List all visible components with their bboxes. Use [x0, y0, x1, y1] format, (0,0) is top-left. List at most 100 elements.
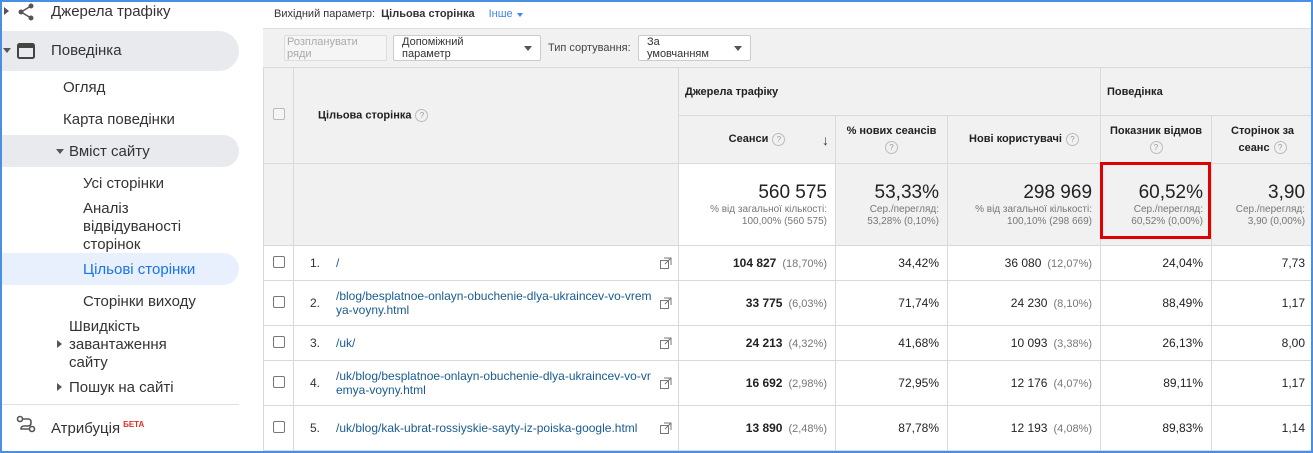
- col-header-sessions[interactable]: Сеанси? ↓: [678, 115, 836, 164]
- chevron-down-icon: [516, 13, 523, 17]
- col-header-bounce-rate[interactable]: Показник відмов?: [1100, 115, 1213, 164]
- plot-rows-button[interactable]: Розпланувати ряди: [284, 35, 387, 61]
- divider: [0, 404, 239, 405]
- help-icon[interactable]: ?: [772, 132, 786, 146]
- behavior-icon: [17, 43, 35, 59]
- sidebar-item-exit-pages[interactable]: Сторінки виходу: [83, 293, 196, 311]
- cell-bounce-rate: 26,13%: [1100, 325, 1213, 361]
- landing-page-cell: 5. /uk/blog/kak-ubrat-rossiyskie-sayty-iz…: [293, 405, 679, 451]
- traffic-sources-icon: [18, 3, 34, 21]
- group-header-behavior: Поведінка: [1100, 67, 1313, 116]
- beta-badge: БЕТА: [123, 420, 145, 429]
- row-number: 2.: [310, 296, 321, 310]
- help-icon[interactable]: ?: [1065, 132, 1079, 146]
- cell-new-users: 12 193 (4,08%): [946, 405, 1102, 451]
- cell-new-sessions: 34,42%: [835, 245, 948, 281]
- open-external-icon[interactable]: [660, 377, 672, 389]
- landing-page-link[interactable]: /uk/blog/kak-ubrat-rossiyskie-sayty-iz-p…: [336, 421, 637, 435]
- sidebar-item-drilldown[interactable]: Аналіз відвідуваності сторінок: [83, 200, 181, 254]
- landing-page-cell: 2. /blog/besplatnoe-onlayn-obuchenie-dlya…: [293, 280, 679, 326]
- table-row: 3. /uk/24 213 (4,32%) 41,68% 10 093 (3,38%) 26…: [263, 325, 1313, 361]
- sidebar-item-attribution[interactable]: Атрибуція БЕТА: [51, 416, 144, 438]
- landing-page-cell: 1. /: [293, 245, 679, 281]
- sidebar-item-all-pages[interactable]: Усі сторінки: [83, 175, 164, 193]
- cell-bounce-rate: 89,83%: [1100, 405, 1213, 451]
- cell-new-sessions: 41,68%: [835, 325, 948, 361]
- sidebar-item-site-search[interactable]: Пошук на сайті: [69, 379, 174, 397]
- select-all-checkbox[interactable]: [272, 108, 285, 120]
- cell-pages-per-session: 8,00: [1211, 325, 1313, 361]
- cell-new-users: 36 080 (12,07%): [946, 245, 1102, 281]
- table-row: 2. /blog/besplatnoe-onlayn-obuchenie-dlya…: [263, 280, 1313, 326]
- landing-page-link[interactable]: /: [336, 256, 339, 270]
- expand-arrow-icon[interactable]: [57, 383, 62, 391]
- open-external-icon[interactable]: [660, 422, 672, 434]
- open-external-icon[interactable]: [660, 297, 672, 309]
- landing-page-link[interactable]: /blog/besplatnoe-onlayn-obuchenie-dlya-u…: [336, 289, 654, 317]
- chevron-down-icon: [524, 45, 532, 51]
- row-checkbox[interactable]: [272, 295, 285, 308]
- sidebar-item-behavior-map[interactable]: Карта поведінки: [63, 111, 175, 129]
- landing-page-cell: 3. /uk/: [293, 325, 679, 361]
- open-external-icon[interactable]: [660, 337, 672, 349]
- col-header-new-sessions[interactable]: % нових сеансів?: [835, 115, 948, 164]
- bounce-rate-highlight-box: [1100, 162, 1211, 239]
- secondary-dimension-dropdown[interactable]: Допоміжний параметр: [393, 35, 541, 61]
- primary-dimension-label: Вихідний параметр:: [274, 8, 376, 20]
- row-checkbox[interactable]: [272, 420, 285, 433]
- total-new-sessions: 53,33% Сер./перегляд: 53,28% (0,10%): [835, 163, 948, 246]
- expand-arrow-icon[interactable]: [4, 7, 9, 15]
- collapse-arrow-icon[interactable]: [56, 149, 64, 154]
- dimension-header[interactable]: Цільова сторінка?: [293, 67, 679, 164]
- sidebar-item-traffic-sources[interactable]: Джерела трафіку: [51, 3, 170, 21]
- row-checkbox[interactable]: [272, 335, 285, 348]
- landing-page-cell: 4. /uk/blog/besplatnoe-onlayn-obuchenie-d…: [293, 360, 679, 406]
- landing-page-link[interactable]: /uk/: [336, 336, 355, 350]
- cell-bounce-rate: 24,04%: [1100, 245, 1213, 281]
- cell-bounce-rate: 89,11%: [1100, 360, 1213, 406]
- cell-new-users: 24 230 (8,10%): [946, 280, 1102, 326]
- open-external-icon[interactable]: [660, 257, 672, 269]
- cell-sessions: 33 775 (6,03%): [678, 280, 836, 326]
- expand-arrow-icon[interactable]: [57, 340, 62, 348]
- chevron-down-icon: [734, 45, 742, 51]
- cell-pages-per-session: 1,17: [1211, 280, 1313, 326]
- help-icon[interactable]: ?: [1273, 141, 1287, 155]
- sidebar-item-behavior[interactable]: Поведінка: [51, 42, 122, 60]
- row-checkbox[interactable]: [272, 255, 285, 268]
- cell-new-users: 10 093 (3,38%): [946, 325, 1102, 361]
- total-new-users: 298 969% від загальної кількості: 100,10%…: [946, 163, 1102, 246]
- cell-pages-per-session: 7,73: [1211, 245, 1313, 281]
- group-header-acquisition: Джерела трафіку: [677, 67, 1102, 116]
- row-number: 1.: [310, 256, 321, 270]
- landing-page-link[interactable]: /uk/blog/besplatnoe-onlayn-obuchenie-dly…: [336, 369, 654, 397]
- cell-sessions: 104 827 (18,70%): [678, 245, 836, 281]
- primary-dimension-value[interactable]: Цільова сторінка: [381, 8, 474, 20]
- primary-dimension-other[interactable]: Інше: [489, 8, 523, 20]
- row-number: 4.: [310, 376, 321, 390]
- report-main: Вихідний параметр: Цільова сторінка Інше Р…: [263, 0, 1313, 453]
- table-row: 1. / 104 827 (18,70%) 34,42% 36 080 (12,07%) 24…: [263, 245, 1313, 281]
- row-checkbox[interactable]: [272, 375, 285, 388]
- report-table: Цільова сторінка? Джерела трафіку Поведі…: [263, 67, 1313, 451]
- cell-sessions: 13 890 (2,48%): [678, 405, 836, 451]
- help-icon[interactable]: ?: [1149, 141, 1163, 155]
- toolbar: Розпланувати ряди Допоміжний параметр Ти…: [263, 28, 1313, 67]
- sort-type-dropdown[interactable]: За умовчанням: [638, 35, 751, 61]
- collapse-arrow-icon[interactable]: [3, 48, 11, 53]
- cell-sessions: 24 213 (4,32%): [678, 325, 836, 361]
- row-number: 5.: [310, 421, 321, 435]
- primary-dimension-bar: Вихідний параметр: Цільова сторінка Інше: [274, 8, 523, 20]
- col-header-new-users[interactable]: Нові користувачі?: [946, 115, 1102, 164]
- total-pages-per-session: 3,90 Сер./перегляд: 3,90 (0,00%): [1211, 163, 1313, 246]
- row-number: 3.: [310, 336, 321, 350]
- cell-sessions: 16 692 (2,98%): [678, 360, 836, 406]
- sidebar-item-overview[interactable]: Огляд: [63, 79, 105, 97]
- help-icon[interactable]: ?: [415, 109, 429, 122]
- sidebar-item-site-content[interactable]: Вміст сайту: [69, 143, 150, 161]
- sidebar-item-landing-pages[interactable]: Цільові сторінки: [83, 261, 195, 279]
- sort-desc-arrow-icon[interactable]: ↓: [822, 132, 829, 149]
- col-header-pages-per-session[interactable]: Сторінок за сеанс?: [1211, 115, 1313, 164]
- sidebar-item-site-speed[interactable]: Швидкість завантаження сайту: [69, 318, 167, 372]
- help-icon[interactable]: ?: [885, 141, 898, 155]
